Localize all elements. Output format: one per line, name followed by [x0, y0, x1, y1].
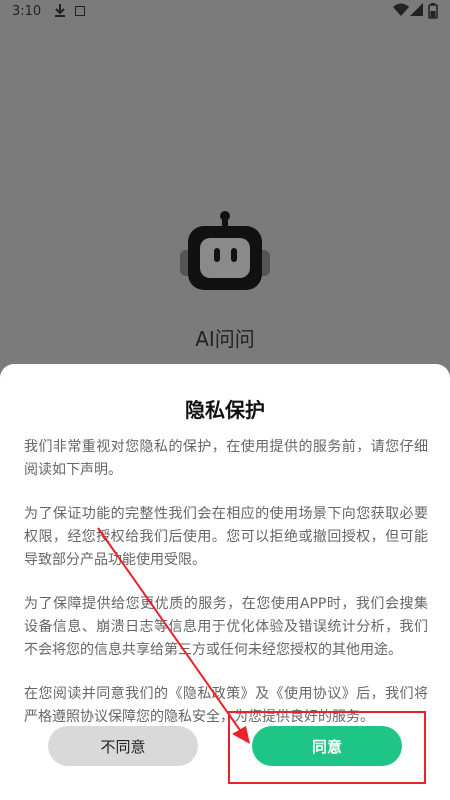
- privacy-paragraph: 为了保障提供给您更优质的服务，在您使用APP时，我们会搜集设备信息、崩溃日志等信…: [24, 596, 428, 658]
- disagree-button[interactable]: 不同意: [48, 726, 198, 766]
- privacy-paragraph: 我们非常重视对您隐私的保护，在使用提供的服务前，请您仔细阅读如下声明。: [24, 439, 428, 478]
- app-name: AI问问: [195, 327, 255, 351]
- battery-icon: [428, 3, 438, 23]
- status-bar: 3:10: [0, 0, 450, 24]
- cell-signal-icon: [410, 3, 424, 21]
- download-icon: [54, 3, 66, 21]
- dialog-body: 我们非常重视对您隐私的保护，在使用提供的服务前，请您仔细阅读如下声明。 为了保证…: [24, 436, 428, 750]
- dialog-title: 隐私保护: [185, 398, 265, 422]
- annotation-highlight-box: [228, 711, 426, 784]
- privacy-paragraph: 为了保证功能的完整性我们会在相应的使用场景下向您获取必要权限，经您授权给我们后使…: [24, 506, 428, 568]
- notification-app-icon: [75, 6, 85, 16]
- robot-icon: [178, 210, 272, 296]
- status-time: 3:10: [12, 4, 42, 19]
- wifi-icon: [393, 3, 409, 21]
